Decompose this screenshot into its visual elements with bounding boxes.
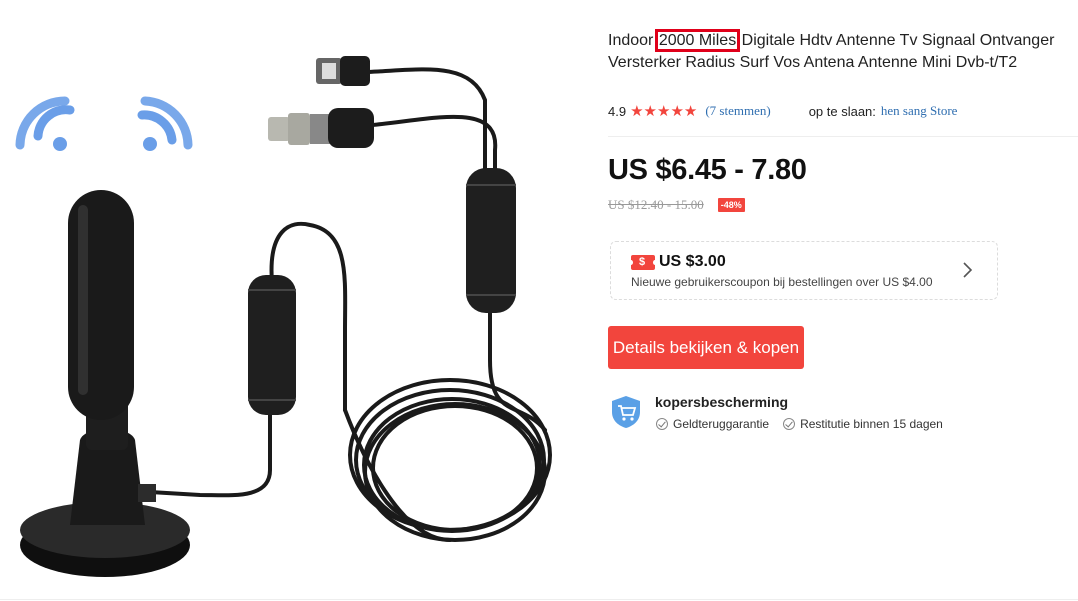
antenna-product-photo — [15, 56, 552, 577]
title-line2: Versterker Radius Surf Vos Antena Antenn… — [608, 54, 1018, 71]
protection-item: Restitutie binnen 15 dagen — [783, 417, 943, 431]
usb-plug-icon — [316, 56, 370, 86]
store-link[interactable]: hen sang Store — [881, 103, 958, 119]
protection-item-label: Restitutie binnen 15 dagen — [800, 417, 943, 431]
protection-item: Geldteruggarantie — [656, 417, 769, 431]
coax-connector-icon — [268, 108, 374, 148]
rating-stars: ★ ★ ★ ★ ★ — [630, 104, 697, 119]
store-label: op te slaan: — [808, 103, 876, 119]
buyer-protection[interactable]: kopersbescherming Geldteruggarantie Rest… — [610, 393, 1010, 443]
discount-badge: -48% — [717, 198, 745, 212]
protection-items: Geldteruggarantie Restitutie binnen 15 d… — [656, 417, 957, 431]
chevron-right-icon[interactable] — [961, 258, 975, 282]
title-line1-rest: Digitale Hdtv Antenne Tv Signaal Ontvang… — [737, 32, 1055, 49]
star-icon: ★ — [670, 102, 684, 120]
bottom-divider — [0, 599, 1078, 600]
star-icon: ★ — [630, 102, 644, 120]
check-circle-icon — [656, 418, 668, 430]
buy-details-button[interactable]: Details bekijken & kopen — [608, 326, 804, 369]
coupon-glyph: $ — [639, 256, 646, 268]
title-highlight: 2000 Miles — [654, 29, 741, 52]
old-price-row: US $12.40 - 15.00 -48% — [608, 197, 745, 213]
coupon-card[interactable]: $ US $3.00 Nieuwe gebruikerscoupon bij b… — [610, 241, 998, 300]
coupon-icon: $ — [629, 255, 657, 270]
rating-score: 4.9 — [608, 103, 627, 119]
star-icon: ★ — [656, 102, 671, 120]
antenna-rod-icon — [68, 190, 134, 420]
check-circle-icon — [783, 418, 796, 430]
coupon-description: Nieuwe gebruikerscoupon bij bestellingen… — [631, 275, 933, 289]
wifi-icon-left — [15, 96, 75, 151]
product-image[interactable] — [0, 0, 600, 601]
wifi-icon-right — [137, 96, 193, 151]
original-price: US $12.40 - 15.00 — [608, 197, 704, 212]
title-prefix: Indoor — [608, 32, 658, 49]
shield-cart-icon — [612, 396, 640, 428]
star-icon: ★ — [683, 102, 698, 120]
coupon-amount: US $3.00 — [659, 253, 726, 270]
amplifier-box-icon — [466, 168, 516, 313]
product-title[interactable]: Indoor 2000 Miles Digitale Hdtv Antenne … — [608, 29, 1076, 74]
protection-title: kopersbescherming — [655, 394, 789, 410]
current-price: US $6.45 - 7.80 — [608, 154, 807, 186]
divider — [608, 136, 1078, 137]
votes-link[interactable]: (7 stemmen) — [705, 103, 770, 119]
product-info-panel: Indoor 2000 Miles Digitale Hdtv Antenne … — [608, 0, 1078, 601]
star-icon: ★ — [643, 102, 657, 120]
protection-item-label: Geldteruggarantie — [673, 417, 770, 431]
rating-row: 4.9 ★ ★ ★ ★ ★ (7 stemmen) op te slaan: h… — [608, 100, 1078, 122]
filter-box-icon — [248, 275, 296, 415]
